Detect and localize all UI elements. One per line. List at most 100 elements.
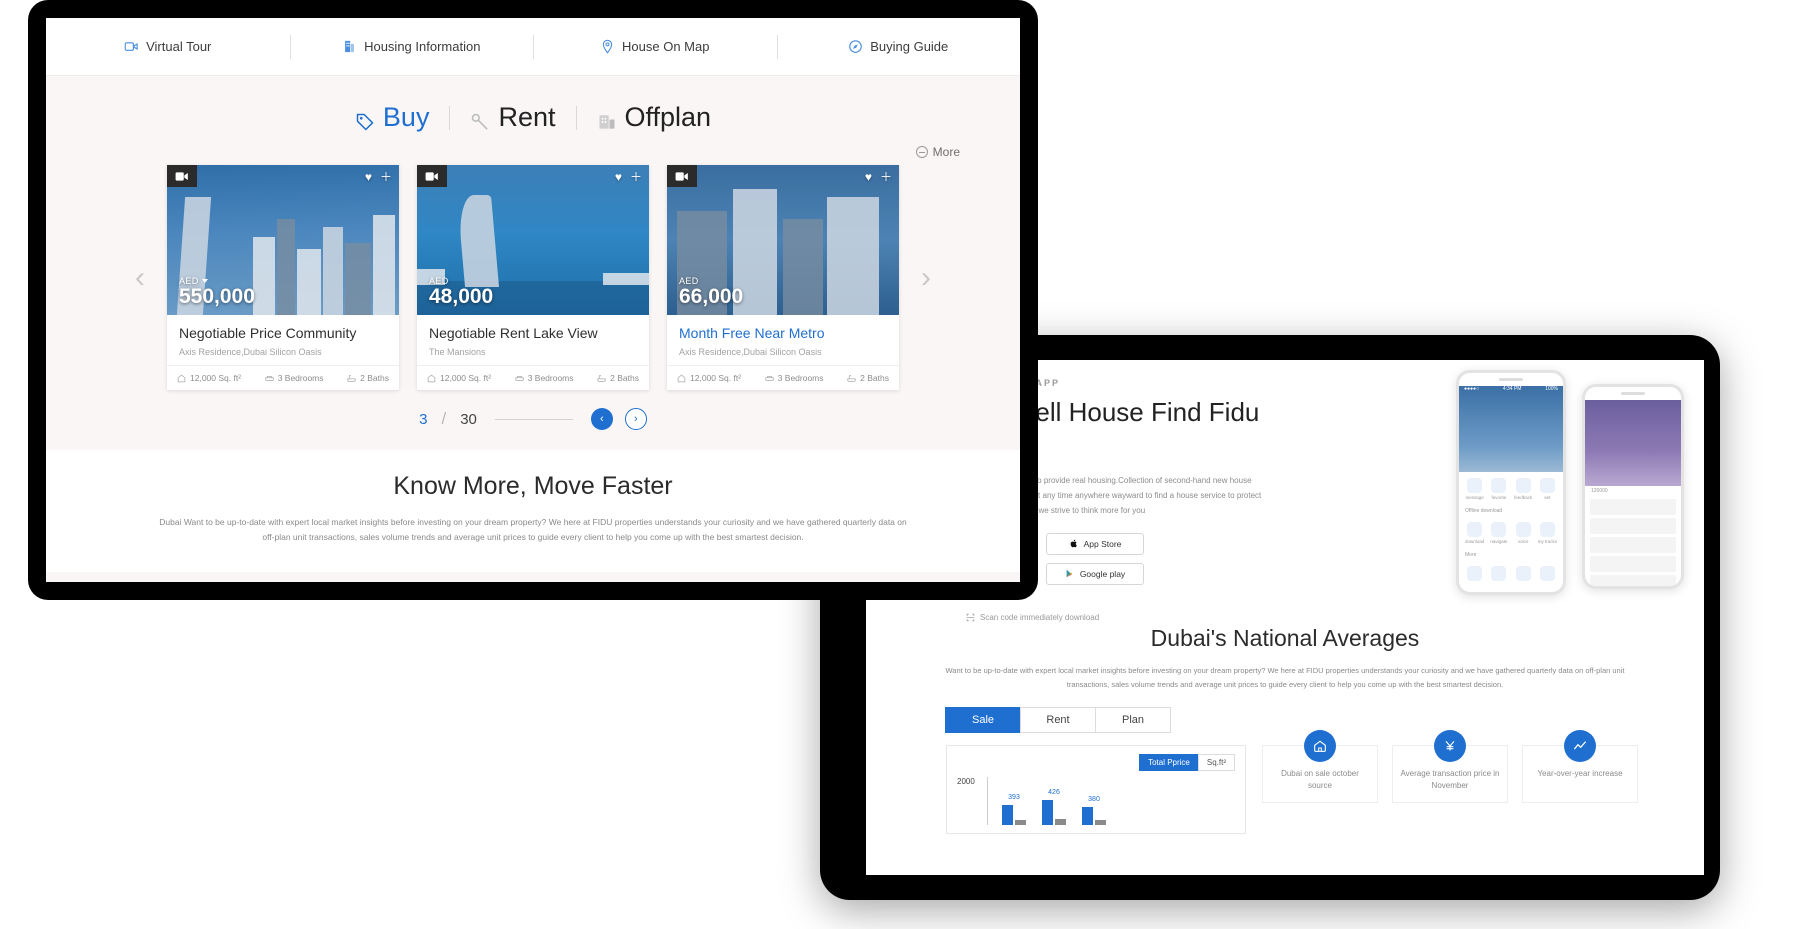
chart-toggle-total-price[interactable]: Total Pprice — [1139, 753, 1199, 771]
phone-hero-image-right — [1585, 400, 1681, 486]
add-compare-icon[interactable]: ＋ — [880, 171, 892, 183]
nav-item-buying-guide[interactable]: Buying Guide — [776, 33, 1021, 61]
feature-area: 12,000 Sq. ft² — [177, 373, 241, 383]
feature-area: 12,000 Sq. ft² — [677, 373, 741, 383]
tab-offplan[interactable]: Offplan — [577, 102, 732, 133]
tag-icon — [355, 108, 375, 130]
laptop-screen: Virtual Tour Housing Information House O… — [46, 18, 1020, 582]
phone-battery: 100% — [1545, 386, 1558, 392]
tab-rent[interactable]: Rent — [1020, 706, 1096, 733]
chart-bar-group: 380 — [1082, 796, 1106, 825]
list-item[interactable] — [1590, 499, 1676, 515]
averages-body: Want to be up-to-date with expert local … — [945, 666, 1625, 690]
phone-menu-feedback[interactable]: feedback — [1513, 478, 1534, 500]
stat-card-on-sale[interactable]: Dubai on sale october source — [1262, 729, 1378, 803]
phone-more-2[interactable] — [1488, 566, 1509, 583]
add-compare-icon[interactable]: ＋ — [630, 171, 642, 183]
map-pin-icon — [600, 39, 615, 54]
phone-more-1[interactable] — [1464, 566, 1485, 583]
phone-more-row — [1459, 560, 1563, 589]
phone-menu-message[interactable]: message — [1464, 478, 1485, 500]
add-compare-icon[interactable]: ＋ — [380, 171, 392, 183]
app-store-button[interactable]: App Store — [1046, 532, 1144, 555]
bath-icon — [597, 374, 606, 382]
more-link[interactable]: More — [915, 145, 960, 159]
page-separator: / — [441, 409, 447, 428]
list-item[interactable] — [1590, 518, 1676, 534]
property-carousel: ‹ ♥ ＋ AED 550,000 Negotiable Price Commu… — [46, 163, 1020, 390]
phone-section-label: Offline download — [1465, 508, 1503, 514]
price-value: 48,000 — [429, 284, 494, 308]
card-title[interactable]: Negotiable Price Community — [179, 325, 387, 341]
tab-sale[interactable]: Sale — [945, 706, 1021, 733]
know-more-body: Dubai Want to be up-to-date with expert … — [159, 517, 907, 543]
chevron-down-icon — [201, 278, 208, 283]
card-subtitle: Axis Residence,Dubai Silicon Oasis — [679, 347, 822, 357]
favorite-icon[interactable]: ♥ — [865, 171, 872, 183]
card-features: 12,000 Sq. ft² 3 Bedrooms 2 Baths — [417, 365, 649, 390]
page-next-button[interactable]: › — [624, 408, 647, 430]
card-title[interactable]: Negotiable Rent Lake View — [429, 325, 637, 341]
stat-card-on-sale-label: Dubai on sale october source — [1281, 768, 1359, 790]
tab-plan[interactable]: Plan — [1095, 706, 1171, 733]
favorite-icon[interactable]: ♥ — [615, 171, 622, 183]
tab-rent-label: Rent — [498, 102, 556, 132]
trend-line-icon — [1564, 729, 1596, 762]
phone-tool-voice[interactable]: voice — [1513, 522, 1534, 544]
google-play-button[interactable]: Google play — [1046, 562, 1144, 585]
blueprint-icon — [597, 108, 617, 129]
phone-tool-download[interactable]: download — [1464, 522, 1485, 544]
feature-baths-label: 2 Baths — [360, 373, 389, 383]
nav-item-house-on-map[interactable]: House On Map — [533, 33, 777, 61]
tab-buy-label: Buy — [382, 102, 430, 132]
tab-rent[interactable]: Rent — [450, 102, 575, 133]
phone-tool-download-label: download — [1464, 539, 1485, 544]
tab-buy[interactable]: Buy — [335, 102, 450, 133]
carousel-prev-arrow[interactable]: ‹ — [127, 262, 153, 293]
carousel-next-arrow[interactable]: › — [913, 262, 939, 293]
chart-toggle-sqft[interactable]: Sq.ft² — [1197, 753, 1235, 771]
phone-mockup-left: ●●●●○ 4:34 PM 100% message favorite feed… — [1456, 370, 1566, 595]
video-camera-icon — [124, 39, 139, 54]
card-title[interactable]: Month Free Near Metro — [679, 325, 887, 341]
page-total: 30 — [460, 410, 477, 428]
averages-content-row: Total Pprice Sq.ft² 2000 393 426 380 Dub… — [866, 729, 1704, 834]
phone-more-label: More — [1465, 552, 1477, 558]
feature-area-label: 12,000 Sq. ft² — [190, 373, 242, 383]
phone-mockups: ●●●●○ 4:34 PM 100% message favorite feed… — [1456, 370, 1684, 595]
phone-menu-set-label: set — [1544, 495, 1551, 500]
price-block: AED 66,000 — [679, 276, 743, 308]
feature-baths: 2 Baths — [597, 373, 639, 383]
phone-more-3[interactable] — [1513, 566, 1534, 583]
stat-card-avg-price[interactable]: Average transaction price in November — [1392, 729, 1508, 803]
nav-item-virtual-tour[interactable]: Virtual Tour — [46, 33, 290, 61]
page-progress-bar[interactable] — [494, 418, 573, 420]
phone-tool-navigate[interactable]: navigate — [1488, 522, 1509, 544]
price-value: 66,000 — [679, 284, 744, 308]
bed-icon — [265, 375, 274, 381]
feature-bedrooms-label: 3 Bedrooms — [777, 373, 824, 383]
page-prev-button[interactable]: ‹ — [590, 408, 613, 430]
key-icon — [470, 108, 490, 129]
property-card[interactable]: ♥ ＋ AED 48,000 Negotiable Rent Lake View… — [417, 165, 649, 390]
phone-menu-set[interactable]: set — [1537, 478, 1558, 500]
phone-more-4[interactable] — [1537, 566, 1558, 583]
property-card[interactable]: ♥ ＋ AED 66,000 Month Free Near Metro Axi… — [667, 165, 899, 390]
price-chart: Total Pprice Sq.ft² 2000 393 426 380 — [946, 744, 1246, 834]
favorite-icon[interactable]: ♥ — [365, 171, 372, 183]
phone-menu-favorite[interactable]: favorite — [1488, 478, 1509, 500]
nav-item-housing-information[interactable]: Housing Information — [289, 33, 534, 61]
more-row: More — [46, 139, 1020, 163]
list-item[interactable] — [1590, 575, 1676, 586]
list-item[interactable] — [1590, 537, 1676, 553]
list-item[interactable] — [1590, 556, 1676, 572]
phone-tool-mytracks[interactable]: my tracks — [1537, 522, 1558, 544]
video-badge-icon — [167, 165, 197, 187]
video-badge-icon — [417, 165, 447, 187]
property-card[interactable]: ♥ ＋ AED 550,000 Negotiable Price Communi… — [167, 165, 399, 390]
know-more-heading: Know More, Move Faster — [393, 472, 673, 500]
card-body: Month Free Near Metro Axis Residence,Dub… — [667, 315, 899, 365]
phone-price-right: 120000 — [1591, 488, 1608, 494]
stat-card-yoy[interactable]: Year-over-year increase — [1522, 729, 1638, 803]
feature-baths-label: 2 Baths — [860, 373, 889, 383]
